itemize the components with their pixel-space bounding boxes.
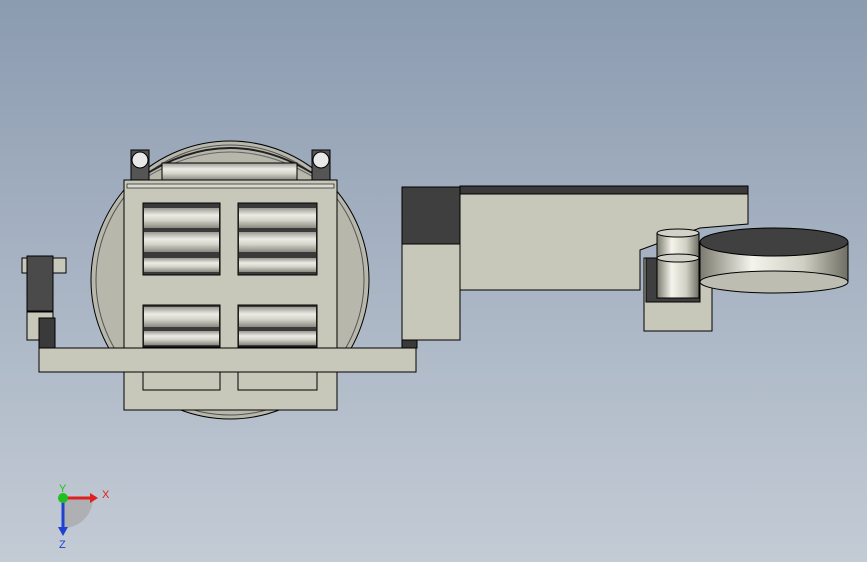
roller-window-top-left — [142, 202, 221, 276]
x-axis-label: X — [102, 489, 110, 501]
z-axis-arrowhead — [58, 527, 68, 536]
assembly-model[interactable] — [0, 0, 867, 562]
z-axis-label: Z — [59, 539, 66, 550]
x-axis-arrowhead — [90, 493, 98, 503]
roller-window-top-right — [237, 202, 318, 276]
roller-window-bottom-left — [142, 304, 221, 348]
disc-cylinder — [699, 227, 849, 294]
left-clamp — [21, 255, 67, 349]
orientation-triad: X Y Z — [58, 483, 110, 550]
y-axis-label: Y — [59, 483, 67, 495]
triad-plane-shading — [63, 498, 93, 528]
roller-window-bottom-right — [237, 304, 318, 348]
cad-graphics-viewport[interactable]: X Y Z — [0, 0, 867, 562]
